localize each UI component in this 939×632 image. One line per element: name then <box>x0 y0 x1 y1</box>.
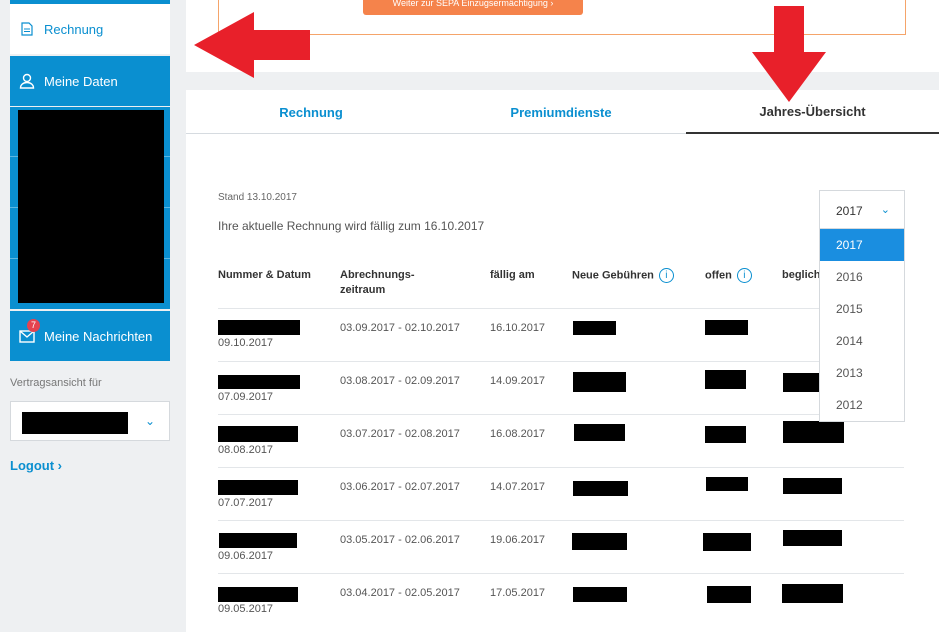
stand-date: Stand 13.10.2017 <box>218 192 297 203</box>
row-date: 08.08.2017 <box>218 444 274 456</box>
row-date: 09.06.2017 <box>218 550 274 562</box>
redacted-block <box>574 424 625 441</box>
redacted-block <box>218 320 300 335</box>
row-date: 07.09.2017 <box>218 391 274 403</box>
row-zeitraum: 03.04.2017 - 02.05.2017 <box>340 587 460 599</box>
chevron-down-icon: ⌄ <box>880 204 890 216</box>
logout-link[interactable]: Logout › <box>10 458 62 473</box>
redacted-block <box>572 533 627 550</box>
contract-label: Vertragsansicht für <box>10 377 102 389</box>
year-dropdown-list: 2017 2016 2015 2014 2013 2012 <box>819 228 905 422</box>
header-zeitraum-line2: zeitraum <box>340 284 386 296</box>
row-zeitraum: 03.06.2017 - 02.07.2017 <box>340 481 460 493</box>
table-row[interactable]: 07.07.2017 03.06.2017 - 02.07.2017 14.07… <box>218 467 904 520</box>
redacted-block <box>573 481 628 496</box>
redacted-block <box>573 372 626 392</box>
redacted-block <box>218 426 298 442</box>
contract-select[interactable]: ⌄ <box>10 401 170 441</box>
info-icon[interactable]: i <box>658 268 674 283</box>
header-beglichen: beglich <box>782 269 821 281</box>
redacted-block <box>218 587 298 602</box>
table-row[interactable]: 07.09.2017 03.08.2017 - 02.09.2017 14.09… <box>218 361 904 414</box>
redacted-block <box>573 321 616 335</box>
redacted-block <box>218 480 298 495</box>
row-faellig: 19.06.2017 <box>490 534 546 546</box>
redacted-block <box>703 533 751 551</box>
row-zeitraum: 03.09.2017 - 02.10.2017 <box>340 322 460 334</box>
sepa-button[interactable]: Weiter zur SEPA Einzugsermächtigung › <box>363 0 583 15</box>
sidebar-redacted-items[interactable] <box>10 107 170 309</box>
redacted-block <box>218 375 300 389</box>
header-gebuehren-label: Neue Gebühren <box>572 269 654 282</box>
redacted-block <box>783 373 821 392</box>
row-faellig: 17.05.2017 <box>490 587 546 599</box>
header-zeitraum: Abrechnungs- zeitraum <box>340 268 415 298</box>
row-faellig: 16.08.2017 <box>490 428 546 440</box>
year-option[interactable]: 2016 <box>820 261 904 293</box>
row-zeitraum: 03.08.2017 - 02.09.2017 <box>340 375 460 387</box>
redacted-block <box>783 421 844 443</box>
year-option[interactable]: 2017 <box>820 229 904 261</box>
redacted-block <box>782 584 843 603</box>
down-arrow-icon <box>752 6 826 102</box>
sidebar: Rechnung Meine Daten Meine Nachrichten 7… <box>0 0 178 632</box>
sidebar-item-label: Rechnung <box>44 21 104 37</box>
header-nummer: Nummer & Datum <box>218 269 311 281</box>
redacted-block <box>18 110 164 303</box>
year-select-value: 2017 <box>836 204 863 218</box>
row-date: 09.10.2017 <box>218 337 274 349</box>
row-date: 09.05.2017 <box>218 603 274 615</box>
header-faellig: fällig am <box>490 269 535 281</box>
chevron-down-icon: ⌄ <box>144 414 155 428</box>
row-faellig: 14.09.2017 <box>490 375 546 387</box>
year-option[interactable]: 2015 <box>820 293 904 325</box>
document-icon <box>18 20 36 38</box>
header-zeitraum-line1: Abrechnungs- <box>340 269 415 281</box>
year-option[interactable]: 2013 <box>820 357 904 389</box>
year-option[interactable]: 2012 <box>820 389 904 421</box>
main-card: Rechnung Premiumdienste Jahres-Übersicht… <box>186 90 939 632</box>
redacted-block <box>783 478 842 494</box>
year-select[interactable]: 2017 ⌄ <box>819 190 905 230</box>
header-offen-label: offen <box>705 269 732 282</box>
header-offen: offen i <box>705 268 752 283</box>
redacted-block <box>706 477 748 491</box>
table-row[interactable]: 09.10.2017 03.09.2017 - 02.10.2017 16.10… <box>218 308 904 361</box>
redacted-block <box>705 320 748 335</box>
year-option[interactable]: 2014 <box>820 325 904 357</box>
left-arrow-icon <box>194 12 310 78</box>
message-count-badge: 7 <box>27 319 40 332</box>
redacted-block <box>705 426 746 443</box>
tab-rechnung[interactable]: Rechnung <box>186 90 436 134</box>
user-icon <box>18 72 36 90</box>
redacted-block <box>22 412 128 434</box>
row-faellig: 14.07.2017 <box>490 481 546 493</box>
row-date: 07.07.2017 <box>218 497 274 509</box>
sidebar-item-rechnung[interactable]: Rechnung <box>10 4 170 54</box>
table-row[interactable]: 08.08.2017 03.07.2017 - 02.08.2017 16.08… <box>218 414 904 467</box>
header-gebuehren: Neue Gebühren i <box>572 268 674 283</box>
info-icon[interactable]: i <box>736 268 752 283</box>
table-row[interactable]: 09.06.2017 03.05.2017 - 02.06.2017 19.06… <box>218 520 904 573</box>
redacted-block <box>219 533 297 548</box>
tab-premiumdienste[interactable]: Premiumdienste <box>436 90 686 134</box>
due-date-text: Ihre aktuelle Rechnung wird fällig zum 1… <box>218 219 485 233</box>
sidebar-item-label: Meine Daten <box>44 73 118 89</box>
redacted-block <box>705 370 746 389</box>
sidebar-item-meine-daten[interactable]: Meine Daten <box>10 56 170 106</box>
redacted-block <box>783 530 842 546</box>
sidebar-item-label: Meine Nachrichten <box>44 328 153 344</box>
redacted-block <box>707 586 751 603</box>
row-zeitraum: 03.05.2017 - 02.06.2017 <box>340 534 460 546</box>
table-row[interactable]: 09.05.2017 03.04.2017 - 02.05.2017 17.05… <box>218 573 904 626</box>
row-faellig: 16.10.2017 <box>490 322 546 334</box>
redacted-block <box>573 587 627 602</box>
row-zeitraum: 03.07.2017 - 02.08.2017 <box>340 428 460 440</box>
tab-bar: Rechnung Premiumdienste Jahres-Übersicht <box>186 90 939 134</box>
